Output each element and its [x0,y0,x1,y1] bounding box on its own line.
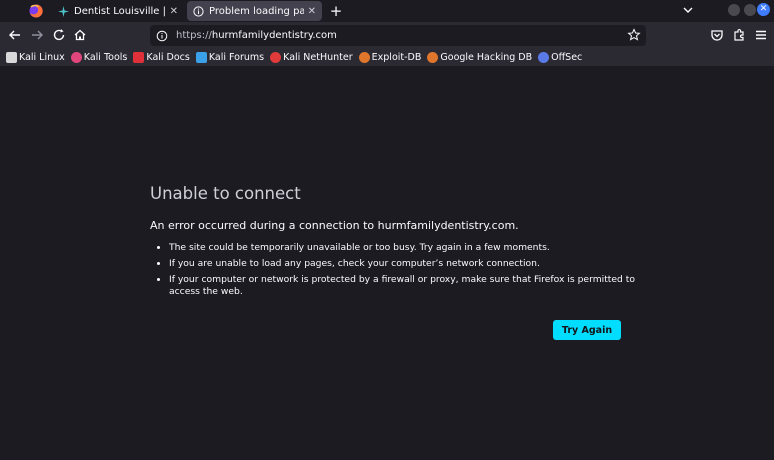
kali-forums-icon [195,51,207,63]
bookmark-label: OffSec [551,51,583,63]
info-icon[interactable] [156,30,168,42]
maximize-button[interactable] [744,4,756,16]
url-host: hurmfamilydentistry.com [211,30,337,41]
bookmark-label: Kali Linux [19,51,65,63]
kali-docs-icon [133,51,145,63]
bookmark-exploit-db[interactable]: Exploit-DB [358,51,422,63]
list-item: If your computer or network is protected… [169,274,649,298]
bookmark-label: Kali Tools [83,51,128,63]
list-item: If you are unable to load any pages, che… [169,258,649,270]
new-tab-button[interactable]: + [328,1,344,21]
list-item: The site could be temporarily unavailabl… [169,242,649,254]
extensions-icon[interactable] [731,27,747,43]
tab-dentist[interactable]: Dentist Louisville | Hurm ✕ [52,1,184,21]
pocket-icon[interactable] [709,27,725,43]
tab-problem-loading[interactable]: Problem loading page ✕ [187,1,322,21]
error-suggestions-list: The site could be temporarily unavailabl… [150,242,649,302]
bookmark-label: Exploit-DB [371,51,422,63]
kali-icon [6,51,17,63]
firefox-icon[interactable] [28,3,44,19]
tab-strip: Dentist Louisville | Hurm ✕ Problem load… [0,0,774,22]
bookmark-label: Kali NetHunter [283,51,353,63]
ghdb-icon [427,51,439,63]
bookmark-kali-forums[interactable]: Kali Forums [195,51,265,63]
offsec-icon [538,51,550,63]
window-close-button[interactable]: ✕ [757,3,770,16]
try-again-button[interactable]: Try Again [553,320,621,340]
forward-arrow-icon[interactable] [29,27,45,43]
bookmark-label: Kali Forums [208,51,265,63]
error-page: Unable to connect An error occurred duri… [0,66,774,460]
close-icon[interactable]: ✕ [308,6,316,17]
minimize-button[interactable] [728,4,740,16]
address-bar[interactable]: https://hurmfamilydentistry.com [150,25,646,46]
bookmark-offsec[interactable]: OffSec [538,51,583,63]
nethunter-icon [270,51,282,63]
error-title: Unable to connect [150,184,301,203]
navigation-toolbar: https://hurmfamilydentistry.com [0,22,774,48]
url-scheme: https:// [176,30,212,41]
site-favicon-icon [58,5,69,17]
bookmark-label: Kali Docs [146,51,190,63]
bookmark-kali-tools[interactable]: Kali Tools [70,51,128,63]
bookmark-star-icon[interactable] [627,28,641,42]
kali-tools-icon [70,51,82,63]
reload-icon[interactable] [51,27,67,43]
home-icon[interactable] [72,27,88,43]
close-icon[interactable]: ✕ [170,6,178,17]
bookmarks-toolbar: Kali Linux Kali Tools Kali Docs Kali For… [0,48,774,66]
error-description: An error occurred during a connection to… [150,219,519,232]
bookmark-kali-nethunter[interactable]: Kali NetHunter [270,51,353,63]
bookmark-label: Google Hacking DB [440,51,533,63]
bookmark-kali-linux[interactable]: Kali Linux [6,51,65,63]
chevron-down-icon[interactable] [681,3,695,17]
exploit-db-icon [358,51,370,63]
back-arrow-icon[interactable] [7,27,23,43]
tab-title: Problem loading page [209,5,304,17]
info-icon [193,5,204,17]
hamburger-menu-icon[interactable] [753,27,769,43]
bookmark-kali-docs[interactable]: Kali Docs [133,51,190,63]
tab-title: Dentist Louisville | Hurm [74,5,166,17]
bookmark-google-hacking-db[interactable]: Google Hacking DB [427,51,533,63]
url-text: https://hurmfamilydentistry.com [176,30,337,41]
